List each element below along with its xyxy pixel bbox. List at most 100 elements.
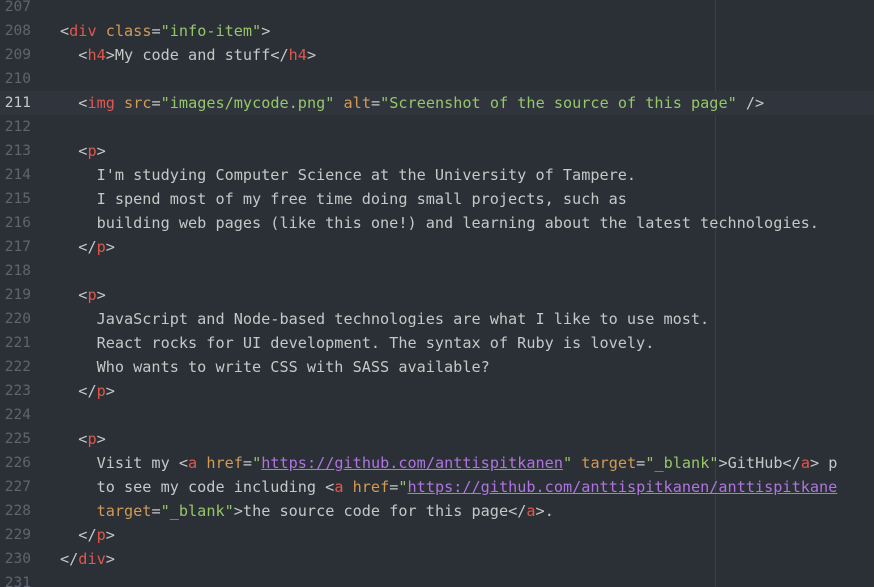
line-code[interactable]: </p> bbox=[60, 523, 115, 547]
code-line[interactable]: 210 bbox=[0, 67, 874, 91]
line-code[interactable]: <div class="info-item"> bbox=[60, 19, 270, 43]
code-line[interactable]: 225 <p> bbox=[0, 427, 874, 451]
line-code[interactable]: <h4>My code and stuff</h4> bbox=[60, 43, 316, 67]
code-token-punc: </ bbox=[270, 46, 289, 64]
code-token-tag: a bbox=[526, 502, 536, 520]
code-token-punc: < bbox=[178, 454, 189, 472]
code-line[interactable]: 216 building web pages (like this one!) … bbox=[0, 211, 874, 235]
code-line[interactable]: 214 I'm studying Computer Science at the… bbox=[0, 163, 874, 187]
code-line[interactable]: 219 <p> bbox=[0, 283, 874, 307]
code-token-url[interactable]: https://github.com/anttispitkanen bbox=[261, 454, 563, 472]
line-code[interactable]: Who wants to write CSS with SASS availab… bbox=[60, 355, 490, 379]
code-token-punc: </ bbox=[508, 502, 527, 520]
code-token-attr: href bbox=[352, 478, 390, 496]
code-token-txt: My code and stuff bbox=[114, 46, 271, 64]
code-line[interactable]: 228 target="_blank">the source code for … bbox=[0, 499, 874, 523]
code-token-str: "_blank" bbox=[645, 454, 719, 472]
code-token-str: "Screenshot of the source of this page" bbox=[380, 94, 737, 112]
code-line[interactable]: 229 </p> bbox=[0, 523, 874, 547]
code-token-punc: > bbox=[105, 526, 115, 544]
code-token-str: "info-item" bbox=[160, 22, 262, 40]
code-token-punc: > bbox=[96, 142, 106, 160]
code-line[interactable]: 215 I spend most of my free time doing s… bbox=[0, 187, 874, 211]
line-code[interactable]: I'm studying Computer Science at the Uni… bbox=[60, 163, 637, 187]
code-editor[interactable]: 207 208 <div class="info-item"> 209 <h4>My … bbox=[0, 0, 874, 587]
code-token-attr: href bbox=[206, 454, 243, 472]
code-line[interactable]: 227 to see my code including <a href="ht… bbox=[0, 475, 874, 499]
line-code[interactable]: <p> bbox=[60, 139, 106, 163]
line-code[interactable]: to see my code including <a href="https:… bbox=[60, 475, 838, 499]
code-token-str: "_blank" bbox=[160, 502, 234, 520]
code-line[interactable]: 231 bbox=[0, 571, 874, 587]
code-token-tag: h4 bbox=[288, 46, 307, 64]
code-token-tag: p bbox=[87, 430, 97, 448]
code-token-punc: < bbox=[60, 22, 70, 40]
code-token-punc: = bbox=[389, 478, 399, 496]
code-token-punc: = bbox=[242, 454, 253, 472]
line-code[interactable]: target="_blank">the source code for this… bbox=[60, 499, 554, 523]
code-line[interactable]: 218 bbox=[0, 259, 874, 283]
line-number: 207 bbox=[4, 0, 31, 15]
code-token-punc: > bbox=[233, 502, 243, 520]
code-token-txt: Visit my bbox=[60, 454, 179, 472]
code-line[interactable]: 207 bbox=[0, 0, 874, 19]
code-token-punc: = bbox=[370, 94, 381, 112]
line-code[interactable]: <p> bbox=[60, 427, 105, 451]
code-line[interactable]: 223 </p> bbox=[0, 379, 874, 403]
code-line-current[interactable]: 211 <img src="images/mycode.png" alt="Sc… bbox=[0, 91, 874, 115]
line-code[interactable]: <img src="images/mycode.png" alt="Screen… bbox=[60, 91, 764, 115]
code-token-punc: > bbox=[105, 46, 115, 64]
line-code[interactable]: <p> bbox=[60, 283, 105, 307]
code-token-url[interactable]: https://github.com/anttispitkanen/anttis… bbox=[408, 478, 838, 496]
line-code[interactable]: I spend most of my free time doing small… bbox=[60, 187, 627, 211]
code-line[interactable]: 226 Visit my <a href="https://github.com… bbox=[0, 451, 874, 475]
code-line[interactable]: 222 Who wants to write CSS with SASS ava… bbox=[0, 355, 874, 379]
code-token-punc: = bbox=[636, 454, 646, 472]
code-token-punc: </ bbox=[60, 550, 79, 568]
code-line[interactable]: 217 </p> bbox=[0, 235, 874, 259]
code-token-txt: I'm studying Computer Science at the Uni… bbox=[60, 166, 637, 184]
code-line[interactable]: 230 </div> bbox=[0, 547, 874, 571]
line-code[interactable]: building web pages (like this one!) and … bbox=[60, 211, 819, 235]
line-code[interactable]: </p> bbox=[60, 379, 115, 403]
code-token-tag: p bbox=[96, 526, 106, 544]
code-line[interactable]: 212 bbox=[0, 115, 874, 139]
line-code[interactable]: JavaScript and Node-based technologies a… bbox=[60, 307, 710, 331]
code-token-attr: target bbox=[96, 502, 152, 520]
code-line[interactable]: 213 <p> bbox=[0, 139, 874, 163]
code-token-txt: p bbox=[819, 454, 838, 472]
line-number: 219 bbox=[4, 287, 31, 303]
code-token-str: " bbox=[252, 454, 262, 472]
line-code[interactable]: Visit my <a href="https://github.com/ant… bbox=[60, 451, 838, 475]
code-line[interactable]: 209 <h4>My code and stuff</h4> bbox=[0, 43, 874, 67]
code-token-txt: building web pages (like this one!) and … bbox=[60, 214, 819, 232]
line-code[interactable]: </p> bbox=[60, 235, 115, 259]
line-number: 217 bbox=[4, 239, 31, 255]
code-line[interactable]: 220 JavaScript and Node-based technologi… bbox=[0, 307, 874, 331]
code-token-txt: JavaScript and Node-based technologies a… bbox=[60, 310, 710, 328]
line-number: 210 bbox=[4, 71, 31, 87]
line-number: 208 bbox=[4, 23, 31, 39]
code-token-tag: p bbox=[96, 382, 106, 400]
code-line[interactable]: 224 bbox=[0, 403, 874, 427]
code-token-txt: Who wants to write CSS with SASS availab… bbox=[60, 358, 490, 376]
code-token-punc: > bbox=[718, 454, 728, 472]
line-code[interactable]: </div> bbox=[60, 547, 115, 571]
line-number: 229 bbox=[4, 527, 31, 543]
code-token-punc: > bbox=[535, 502, 545, 520]
line-code[interactable]: React rocks for UI development. The synt… bbox=[60, 331, 655, 355]
code-token-punc: < bbox=[325, 478, 335, 496]
code-line[interactable]: 208 <div class="info-item"> bbox=[0, 19, 874, 43]
code-token-tag: p bbox=[96, 238, 106, 256]
code-line[interactable]: 221 React rocks for UI development. The … bbox=[0, 331, 874, 355]
code-token-tag: h4 bbox=[87, 46, 106, 64]
code-token-tag: a bbox=[800, 454, 810, 472]
code-lines[interactable]: 207 208 <div class="info-item"> 209 <h4>My … bbox=[0, 0, 874, 587]
